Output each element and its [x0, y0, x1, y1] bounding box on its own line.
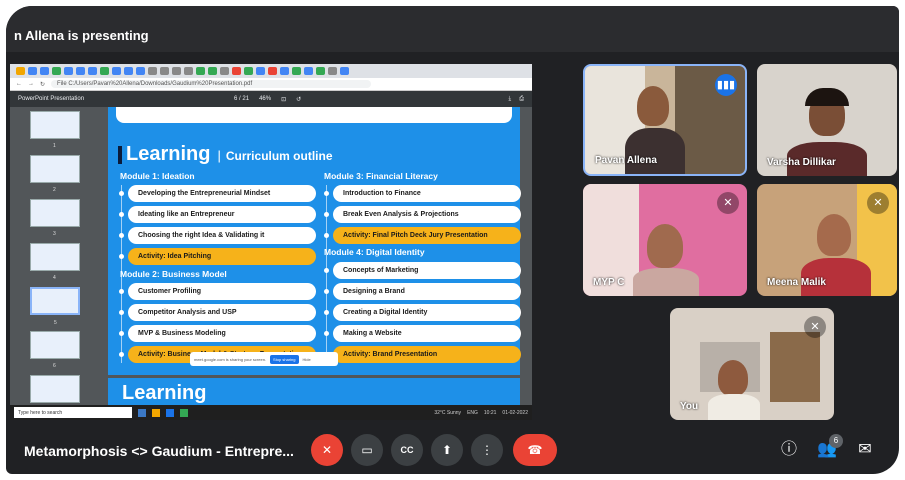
thumbnail-page[interactable]: 4	[30, 243, 80, 281]
curriculum-item: Choosing the right Idea & Validating it	[128, 227, 316, 244]
previous-slide-card	[116, 107, 512, 123]
chat-icon[interactable]: ✉	[853, 438, 877, 462]
mic-off-button[interactable]: ✕	[311, 434, 343, 466]
thumbnail-page[interactable]: 6	[30, 331, 80, 369]
taskview-icon[interactable]	[138, 408, 146, 417]
curriculum-item: Making a Website	[333, 325, 521, 342]
participant-tile[interactable]: Varsha Dillikar	[757, 64, 897, 176]
taskbar-search[interactable]: Type here to search	[14, 407, 132, 418]
participant-tile[interactable]: ▮▮▮ Pavan Allena	[583, 64, 747, 176]
activity-item: Activity: Final Pitch Deck Jury Presenta…	[333, 227, 521, 244]
toast-text: meet.google.com is sharing your screen.	[194, 356, 267, 362]
shared-screen: ← → ↻ File C:/Users/Pavan%20Allena/Downl…	[10, 64, 532, 420]
print-icon[interactable]: ⎙	[519, 96, 524, 103]
face	[817, 214, 851, 256]
stop-sharing-button[interactable]: Stop sharing	[270, 354, 299, 364]
language-indicator[interactable]: ENG	[467, 410, 478, 416]
captions-button[interactable]: CC	[391, 434, 423, 466]
reload-icon[interactable]: ↻	[40, 81, 45, 88]
participant-name: You	[680, 401, 699, 412]
fit-page-icon[interactable]: ⊡	[281, 96, 286, 103]
thumbnail-page[interactable]: 2	[30, 155, 80, 193]
clock-date[interactable]: 01-02-2022	[502, 410, 528, 416]
curriculum-item: Developing the Entrepreneurial Mindset	[128, 185, 316, 202]
mic-off-icon: ✕	[804, 316, 826, 338]
mic-off-icon: ✕	[867, 192, 889, 214]
thumbnail-sidebar: 1 2 3 4 5 6 7	[10, 107, 100, 413]
hide-button[interactable]: Hide	[303, 357, 311, 362]
chrome-icon[interactable]	[180, 408, 188, 417]
curriculum-item: Designing a Brand	[333, 283, 521, 300]
participant-count-badge: 6	[829, 434, 843, 448]
more-options-button[interactable]: ⋮	[471, 434, 503, 466]
present-button[interactable]: ⬆	[431, 434, 463, 466]
module-title: Module 3: Financial Literacy	[324, 171, 438, 181]
leave-call-button[interactable]: ☎	[513, 434, 557, 466]
windows-taskbar: Type here to search 32°C Sunny ENG 10:21…	[10, 405, 532, 420]
presenting-banner: n Allena is presenting	[6, 6, 899, 52]
participant-name: Pavan Allena	[595, 155, 657, 166]
face	[637, 86, 669, 126]
weather-status[interactable]: 32°C Sunny	[434, 410, 461, 416]
forward-icon[interactable]: →	[28, 81, 34, 87]
pdf-toolbar: PowerPoint Presentation 6 / 21 46% ⊡ ↺ ⤓…	[10, 91, 532, 107]
info-icon[interactable]: ⓘ	[777, 438, 801, 462]
slide-heading: Learning | Curriculum outline	[118, 143, 333, 166]
participant-tile[interactable]: ✕ Meena Malik	[757, 184, 897, 296]
thumbnail-page[interactable]: 1	[30, 111, 80, 149]
curriculum-item: Customer Profiling	[128, 283, 316, 300]
curriculum-item: Ideating like an Entrepreneur	[128, 206, 316, 223]
face	[647, 224, 683, 268]
meeting-title: Metamorphosis <> Gaudium - Entrepre...	[24, 443, 294, 459]
participant-tile[interactable]: ✕ MYP C	[583, 184, 747, 296]
participant-name: Varsha Dillikar	[767, 157, 836, 168]
module-title: Module 1: Ideation	[120, 171, 195, 181]
curriculum-item: Competitor Analysis and USP	[128, 304, 316, 321]
participant-name: Meena Malik	[767, 277, 826, 288]
participant-name: MYP C	[593, 277, 625, 288]
curriculum-item: Creating a Digital Identity	[333, 304, 521, 321]
next-slide: Learning	[108, 375, 520, 405]
explorer-icon[interactable]	[152, 408, 160, 417]
curriculum-item: Concepts of Marketing	[333, 262, 521, 279]
self-view-tile[interactable]: ✕ You	[670, 308, 834, 420]
back-icon[interactable]: ←	[16, 81, 22, 87]
browser-tab-strip[interactable]	[10, 64, 532, 78]
thumbnail-page-selected[interactable]: 5	[30, 287, 80, 326]
face	[718, 360, 748, 396]
module-title: Module 2: Business Model	[120, 269, 227, 279]
zoom-level[interactable]: 46%	[259, 96, 271, 103]
camera-button[interactable]: ▭	[351, 434, 383, 466]
slide-subtitle: Curriculum outline	[225, 149, 333, 163]
meet-window: n Allena is presenting ← → ↻ File C:/Use…	[6, 6, 899, 474]
thumbnail-page[interactable]: 7	[30, 375, 80, 413]
download-icon[interactable]: ⤓	[509, 96, 512, 103]
rotate-icon[interactable]: ↺	[296, 96, 301, 103]
module-title: Module 4: Digital Identity	[324, 247, 425, 257]
activity-item: Activity: Idea Pitching	[128, 248, 316, 265]
address-bar[interactable]: ← → ↻ File C:/Users/Pavan%20Allena/Downl…	[10, 78, 532, 91]
next-slide-title: Learning	[122, 382, 207, 404]
curriculum-item: MVP & Business Modeling	[128, 325, 316, 342]
thumbnail-page[interactable]: 3	[30, 199, 80, 237]
curriculum-item: Introduction to Finance	[333, 185, 521, 202]
page-indicator[interactable]: 6 / 21	[234, 96, 249, 103]
slide-title: Learning	[126, 143, 211, 165]
mic-off-icon: ✕	[717, 192, 739, 214]
screen-share-toast: meet.google.com is sharing your screen. …	[190, 352, 338, 366]
curriculum-item: Break Even Analysis & Projections	[333, 206, 521, 223]
clock-time[interactable]: 10:21	[484, 410, 497, 416]
speaking-icon: ▮▮▮	[715, 74, 737, 96]
edge-icon[interactable]	[166, 408, 174, 417]
url-field[interactable]: File C:/Users/Pavan%20Allena/Downloads/G…	[51, 80, 372, 88]
pdf-title: PowerPoint Presentation	[18, 96, 85, 102]
activity-item: Activity: Brand Presentation	[333, 346, 521, 363]
